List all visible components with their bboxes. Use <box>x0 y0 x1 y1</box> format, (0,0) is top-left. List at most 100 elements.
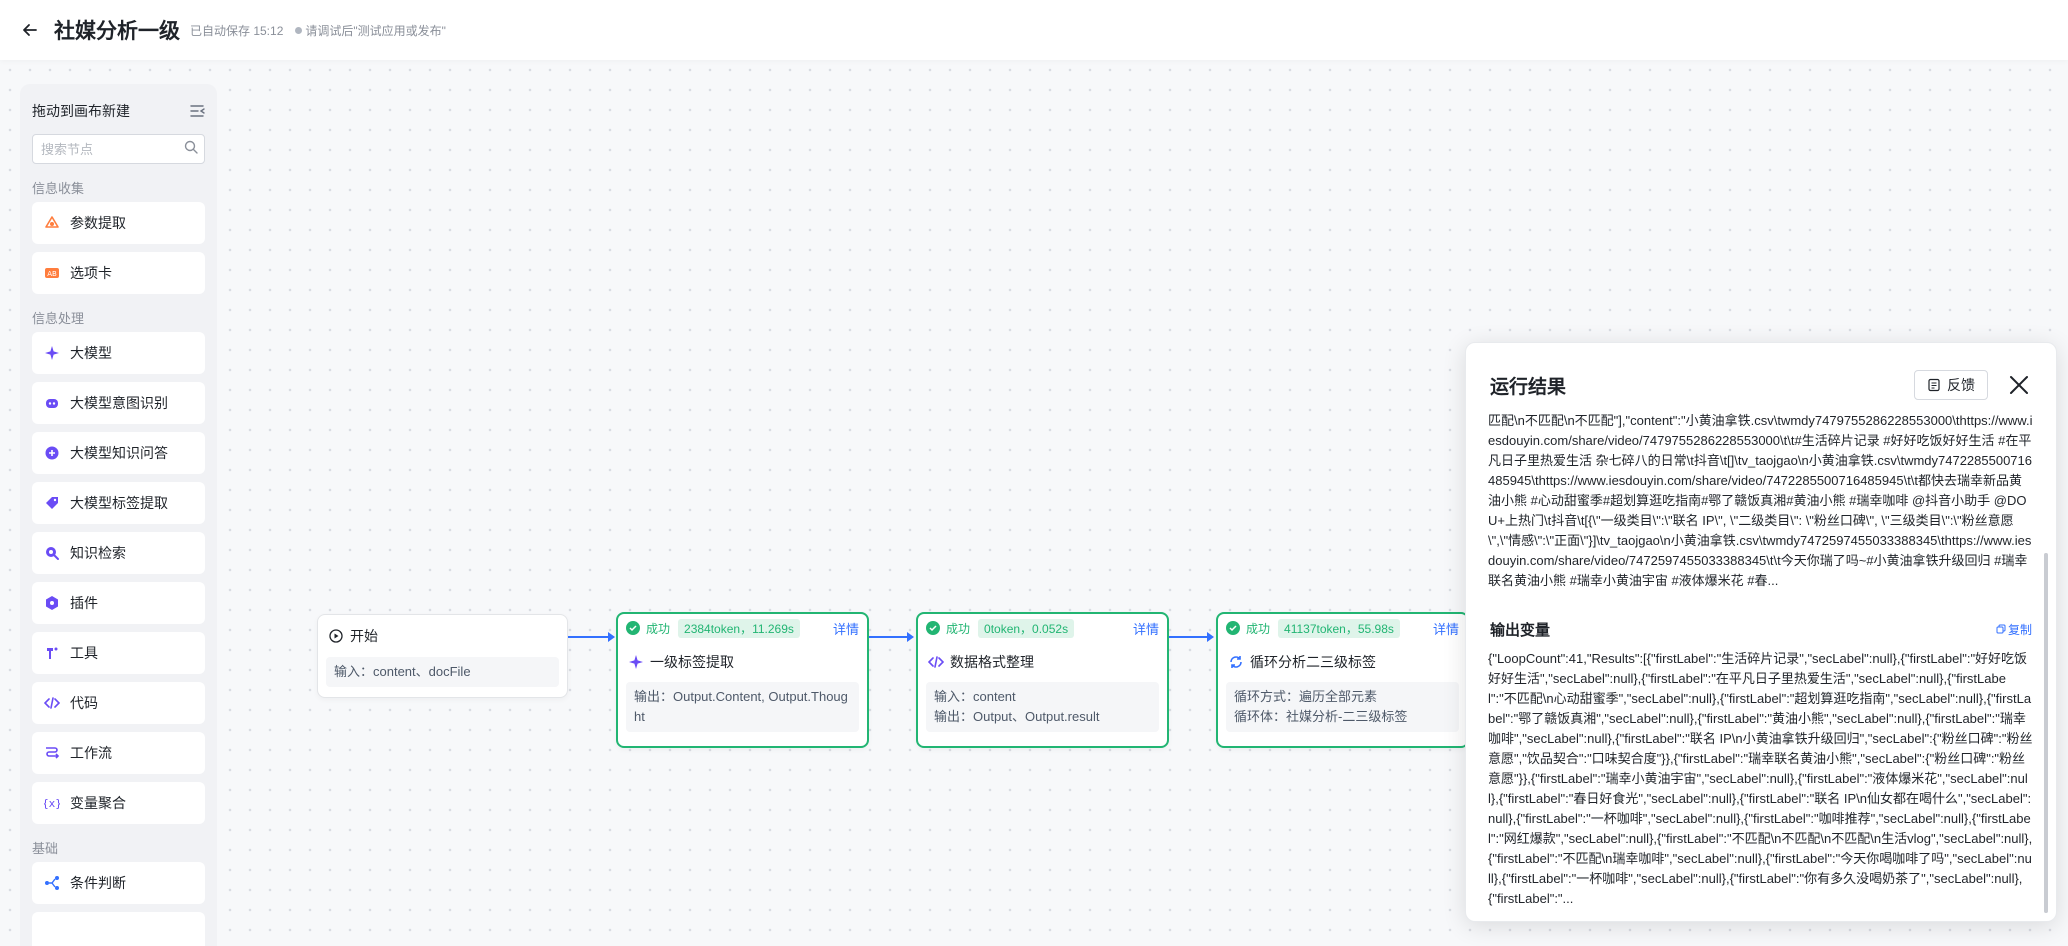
feedback-label: 反馈 <box>1947 377 1975 393</box>
feedback-button[interactable]: 反馈 <box>1914 370 1988 400</box>
palette-item-label: 条件判断 <box>70 875 126 891</box>
play-icon <box>328 628 344 644</box>
status-success: 成功 <box>626 620 670 637</box>
run-metric-badge: 2384token，11.269s <box>678 618 800 638</box>
start-node-body: 输入：content、docFile <box>326 657 559 687</box>
palette-item-label: 大模型标签提取 <box>70 495 168 511</box>
palette-item-tag-extract[interactable]: 大模型标签提取 <box>32 482 205 524</box>
tag-extract-node[interactable]: 成功 2384token，11.269s 详情 一级标签提取 输出：Output… <box>616 612 869 748</box>
palette-item-partial[interactable] <box>32 912 205 946</box>
node-io-line: 输入：content <box>934 689 1016 704</box>
start-node[interactable]: 开始 输入：content、docFile <box>317 614 568 698</box>
palette-item-knowledge-qa[interactable]: 大模型知识问答 <box>32 432 205 474</box>
plugin-hex-icon <box>44 595 60 611</box>
feedback-note-icon <box>1927 378 1941 392</box>
palette-item-intent[interactable]: 大模型意图识别 <box>32 382 205 424</box>
publish-hint: 请调试后"测试应用或发布" <box>295 22 446 39</box>
node-io-line: 循环体：社媒分析-二三级标签 <box>1234 709 1408 724</box>
palette-item-label: 选项卡 <box>70 265 112 281</box>
palette-item-label: 插件 <box>70 595 98 611</box>
condition-branch-icon <box>44 875 60 891</box>
info-dot-icon <box>295 26 303 34</box>
start-node-title: 开始 <box>350 628 378 644</box>
palette-item-condition[interactable]: 条件判断 <box>32 862 205 904</box>
palette-item-label: 参数提取 <box>70 215 126 231</box>
node-search-box[interactable] <box>32 134 205 164</box>
node-title: 一级标签提取 <box>650 654 734 670</box>
close-icon[interactable] <box>2006 372 2032 398</box>
tool-icon <box>44 645 60 661</box>
status-success: 成功 <box>926 620 970 637</box>
detail-link[interactable]: 详情 <box>1433 619 1459 638</box>
app-title: 社媒分析一级 <box>54 20 180 43</box>
llm-sparkle-icon <box>628 654 644 670</box>
run-metric-badge: 0token，0.052s <box>978 618 1075 638</box>
node-io-line: 循环方式：遍历全部元素 <box>1234 689 1378 704</box>
status-text: 成功 <box>946 621 971 636</box>
data-format-node[interactable]: 成功 0token，0.052s 详情 数据格式整理 输入：content 输出… <box>916 612 1169 748</box>
group-label-basic: 基础 <box>32 841 59 856</box>
palette-item-label: 大模型知识问答 <box>70 445 168 461</box>
status-success: 成功 <box>1226 620 1270 637</box>
check-circle-icon <box>626 621 640 635</box>
copy-label: 复制 <box>2007 622 2032 637</box>
status-text: 成功 <box>1246 621 1271 636</box>
node-palette-sidebar: 拖动到画布新建 信息收集 参数提取 AB 选项卡 信息处理 大模型 大模型意图识… <box>20 84 217 946</box>
output-vars-text: {"LoopCount":41,"Results":[{"firstLabel"… <box>1488 651 2033 906</box>
detail-link[interactable]: 详情 <box>1133 619 1159 638</box>
edge-start-to-tag <box>568 636 608 638</box>
publish-hint-text: 请调试后"测试应用或发布" <box>305 23 446 38</box>
save-status: 已自动保存 15:12 <box>190 23 284 38</box>
back-arrow-icon[interactable] <box>20 20 40 40</box>
run-result-panel: 运行结果 反馈 匹配\n不匹配\n不匹配"],"content":"小黄油拿铁.… <box>1465 342 2057 922</box>
edge-format-to-loop <box>1169 636 1207 638</box>
detail-link[interactable]: 详情 <box>833 619 859 638</box>
palette-item-label: 代码 <box>70 695 98 711</box>
palette-item-workflow[interactable]: 工作流 <box>32 732 205 774</box>
palette-item-label: 大模型意图识别 <box>70 395 168 411</box>
palette-item-label: 变量聚合 <box>70 795 126 811</box>
edge-tag-to-format <box>869 636 907 638</box>
scrollbar-thumb[interactable] <box>2044 553 2048 913</box>
check-circle-icon <box>926 621 940 635</box>
loop-analysis-node[interactable]: 成功 41137token，55.98s 详情 循环分析二三级标签 循环方式：遍… <box>1216 612 1469 748</box>
palette-item-label: 工作流 <box>70 745 112 761</box>
palette-item-label: 知识检索 <box>70 545 126 561</box>
code-icon <box>44 695 60 711</box>
knowledge-qa-icon <box>44 445 60 461</box>
palette-item-llm[interactable]: 大模型 <box>32 332 205 374</box>
palette-item-code[interactable]: 代码 <box>32 682 205 724</box>
palette-item-label: 大模型 <box>70 345 112 361</box>
top-header: 社媒分析一级 已自动保存 15:12 请调试后"测试应用或发布" <box>0 0 2068 60</box>
palette-item-tool[interactable]: 工具 <box>32 632 205 674</box>
check-circle-icon <box>1226 621 1240 635</box>
node-title: 循环分析二三级标签 <box>1250 654 1376 670</box>
copy-button[interactable]: 复制 <box>1996 621 2032 638</box>
output-text: 匹配\n不匹配\n不匹配"],"content":"小黄油拿铁.csv\twmd… <box>1488 413 2033 588</box>
panel-title: 运行结果 <box>1490 376 1567 398</box>
edge-arrow <box>907 632 914 642</box>
node-search-input[interactable] <box>41 141 184 157</box>
workflow-icon <box>44 745 60 761</box>
loop-icon <box>1228 654 1244 670</box>
palette-item-param-extract[interactable]: 参数提取 <box>32 202 205 244</box>
tag-icon <box>44 495 60 511</box>
palette-item-knowledge-search[interactable]: 知识检索 <box>32 532 205 574</box>
node-io: 输入：content 输出：Output、Output.result <box>926 682 1159 732</box>
palette-item-plugin[interactable]: 插件 <box>32 582 205 624</box>
svg-text:AB: AB <box>47 270 57 278</box>
node-io-line: 输出：Output.Content, Output.Thought <box>634 689 848 724</box>
option-card-icon: AB <box>44 265 60 281</box>
palette-item-label: 工具 <box>70 645 98 661</box>
knowledge-search-icon <box>44 545 60 561</box>
node-io-line: 输出：Output、Output.result <box>934 709 1100 724</box>
palette-item-variable-aggregate[interactable]: {x} 变量聚合 <box>32 782 205 824</box>
output-vars-title: 输出变量 <box>1490 621 1551 639</box>
intent-robot-icon <box>44 395 60 411</box>
search-icon[interactable] <box>184 140 198 159</box>
collapse-sidebar-icon[interactable] <box>189 103 205 119</box>
variable-aggregate-icon: {x} <box>44 795 60 811</box>
palette-item-option-card[interactable]: AB 选项卡 <box>32 252 205 294</box>
svg-text:{x}: {x} <box>44 797 60 810</box>
run-metric-badge: 41137token，55.98s <box>1278 618 1400 638</box>
